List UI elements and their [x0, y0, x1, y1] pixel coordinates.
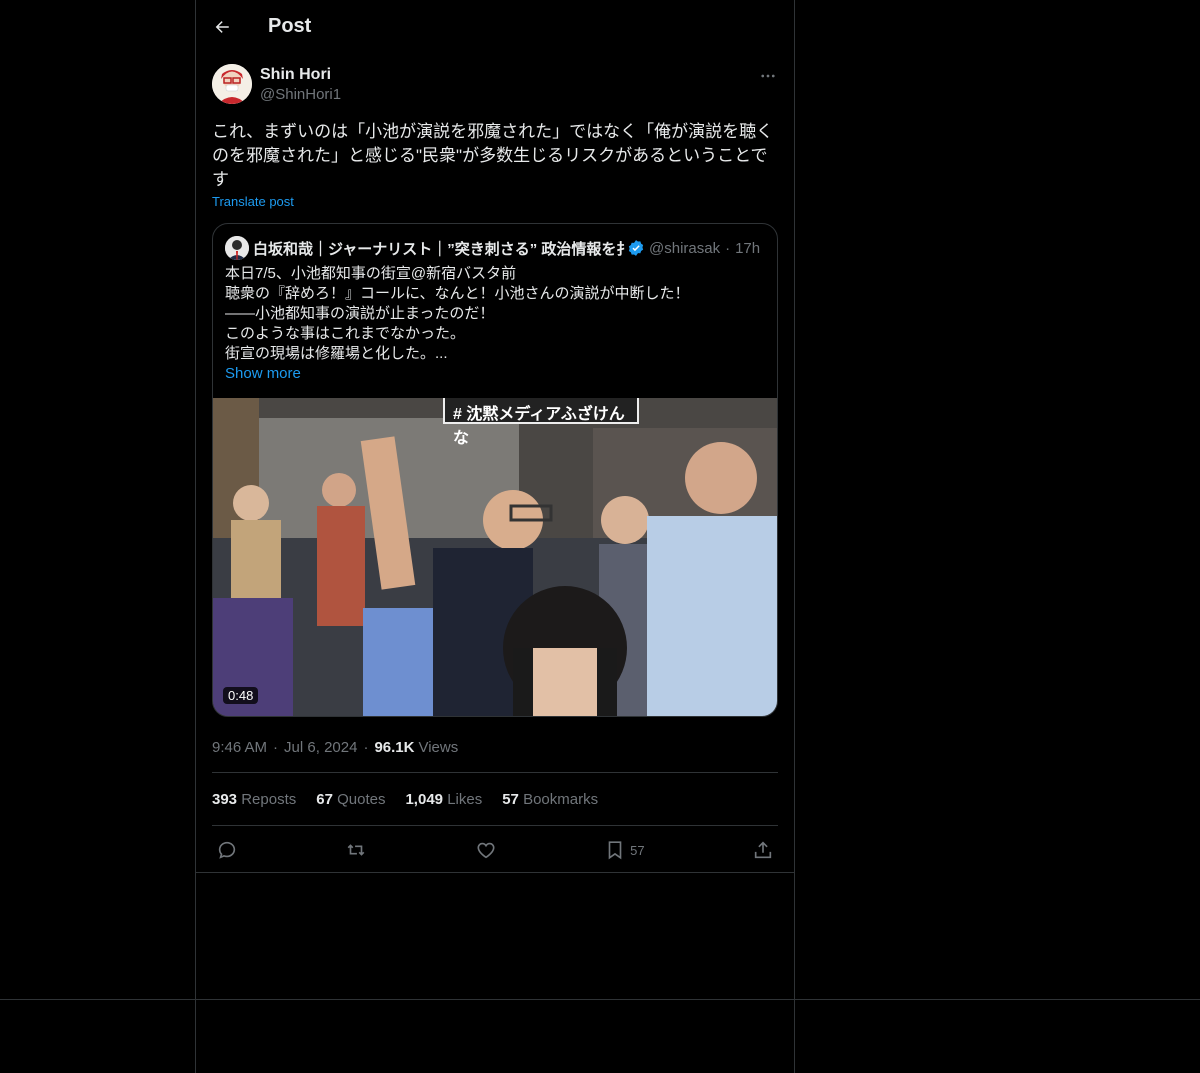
share-button[interactable] [752, 839, 774, 861]
quotes-stat[interactable]: 67 Quotes [316, 791, 385, 808]
avatar-image [212, 64, 252, 104]
quote-time: 17h [735, 239, 761, 257]
quote-author-handle: @shirasak [649, 239, 721, 257]
video-thumbnail [213, 398, 777, 716]
post-column: Post Shin Hori @ShinHori1 これ、まずいのは「小池が演説… [196, 0, 794, 860]
bookmarks-label: Bookmarks [523, 790, 599, 808]
quote-line: 本日7/5、小池都知事の街宣@新宿バスタ前 [225, 265, 517, 282]
verified-icon [628, 240, 644, 256]
video-duration: 0:48 [223, 687, 259, 704]
quotes-label: Quotes [337, 790, 386, 808]
repost-icon [347, 844, 365, 856]
post-text: これ、まずいのは「小池が演説を邪魔された」ではなく「俺が演説を聴く のを邪魔され… [212, 122, 774, 189]
like-button[interactable] [475, 839, 497, 861]
action-bar: 57 [212, 826, 778, 874]
video-sign: # 沈黙メディアふざけんな [443, 398, 639, 447]
bookmark-icon [608, 841, 622, 860]
repost-button[interactable] [345, 839, 367, 861]
share-icon [754, 841, 772, 859]
like-icon [477, 842, 495, 859]
quote-line: ――小池都知事の演説が止まったのだ！ [225, 305, 495, 322]
views-count: 96.1K [374, 738, 415, 756]
reposts-stat[interactable]: 393 Reposts [212, 791, 296, 808]
quote-header: 白坂和哉｜ジャーナリスト｜”突き刺さる” 政治情報を扌 @shirasak · … [213, 224, 777, 260]
more-button[interactable] [758, 66, 778, 86]
quote-card[interactable]: 白坂和哉｜ジャーナリスト｜”突き刺さる” 政治情報を扌 @shirasak · … [212, 223, 778, 717]
quote-line: このような事はこれまでなかった。 [225, 325, 466, 342]
header: Post [196, 0, 794, 53]
quote-text: 本日7/5、小池都知事の街宣@新宿バスタ前 聴衆の『辞めろ！』コールに、なんと！… [213, 260, 777, 364]
reply-button[interactable] [216, 839, 238, 861]
back-button[interactable] [212, 17, 232, 37]
author-row: Shin Hori @ShinHori1 [212, 64, 778, 108]
bookmarks-stat[interactable]: 57 Bookmarks [502, 791, 598, 808]
separator-dot: · [363, 738, 369, 756]
post-stats: 393 Reposts 67 Quotes 1,049 Likes 57 Boo… [212, 772, 778, 826]
post: Shin Hori @ShinHori1 これ、まずいのは「小池が演説を邪魔され… [212, 64, 778, 874]
post-meta: 9:46 AM · Jul 6, 2024 · 96.1K Views [212, 737, 778, 757]
bookmark-button[interactable]: 57 [604, 839, 645, 861]
back-arrow-icon [215, 20, 229, 33]
show-more-link[interactable]: Show more [213, 364, 777, 384]
left-column-border [195, 0, 196, 1073]
bottom-divider [0, 999, 1200, 1000]
quote-author-name: 白坂和哉｜ジャーナリスト｜”突き刺さる” 政治情報を扌 [253, 240, 625, 258]
author-name[interactable]: Shin Hori [260, 65, 341, 85]
page-title: Post [268, 15, 312, 37]
author-handle[interactable]: @ShinHori1 [260, 85, 341, 105]
separator-dot: · [725, 239, 731, 257]
quote-line: 聴衆の『辞めろ！』コールに、なんと！小池さんの演説が中断した！ [225, 285, 690, 302]
separator-dot: · [273, 738, 279, 756]
right-column-border [794, 0, 795, 1073]
translate-post-link[interactable]: Translate post [212, 194, 294, 209]
reply-icon [218, 841, 236, 859]
likes-stat[interactable]: 1,049 Likes [405, 791, 482, 808]
bookmarks-count: 57 [502, 790, 519, 808]
views-label: Views [418, 738, 459, 756]
avatar[interactable] [212, 64, 252, 104]
reposts-label: Reposts [241, 790, 297, 808]
quote-avatar [225, 236, 249, 260]
bookmark-count: 57 [630, 842, 645, 858]
quote-line: 街宣の現場は修羅場と化した。... [225, 345, 448, 362]
likes-label: Likes [447, 790, 483, 808]
video-player[interactable]: # 沈黙メディアふざけんな 0:48 [213, 398, 777, 716]
post-date[interactable]: Jul 6, 2024 [284, 739, 357, 756]
likes-count: 1,049 [405, 790, 444, 808]
quotes-count: 67 [316, 790, 333, 808]
more-icon [761, 74, 775, 78]
reposts-count: 393 [212, 790, 238, 808]
post-time[interactable]: 9:46 AM [212, 739, 267, 756]
